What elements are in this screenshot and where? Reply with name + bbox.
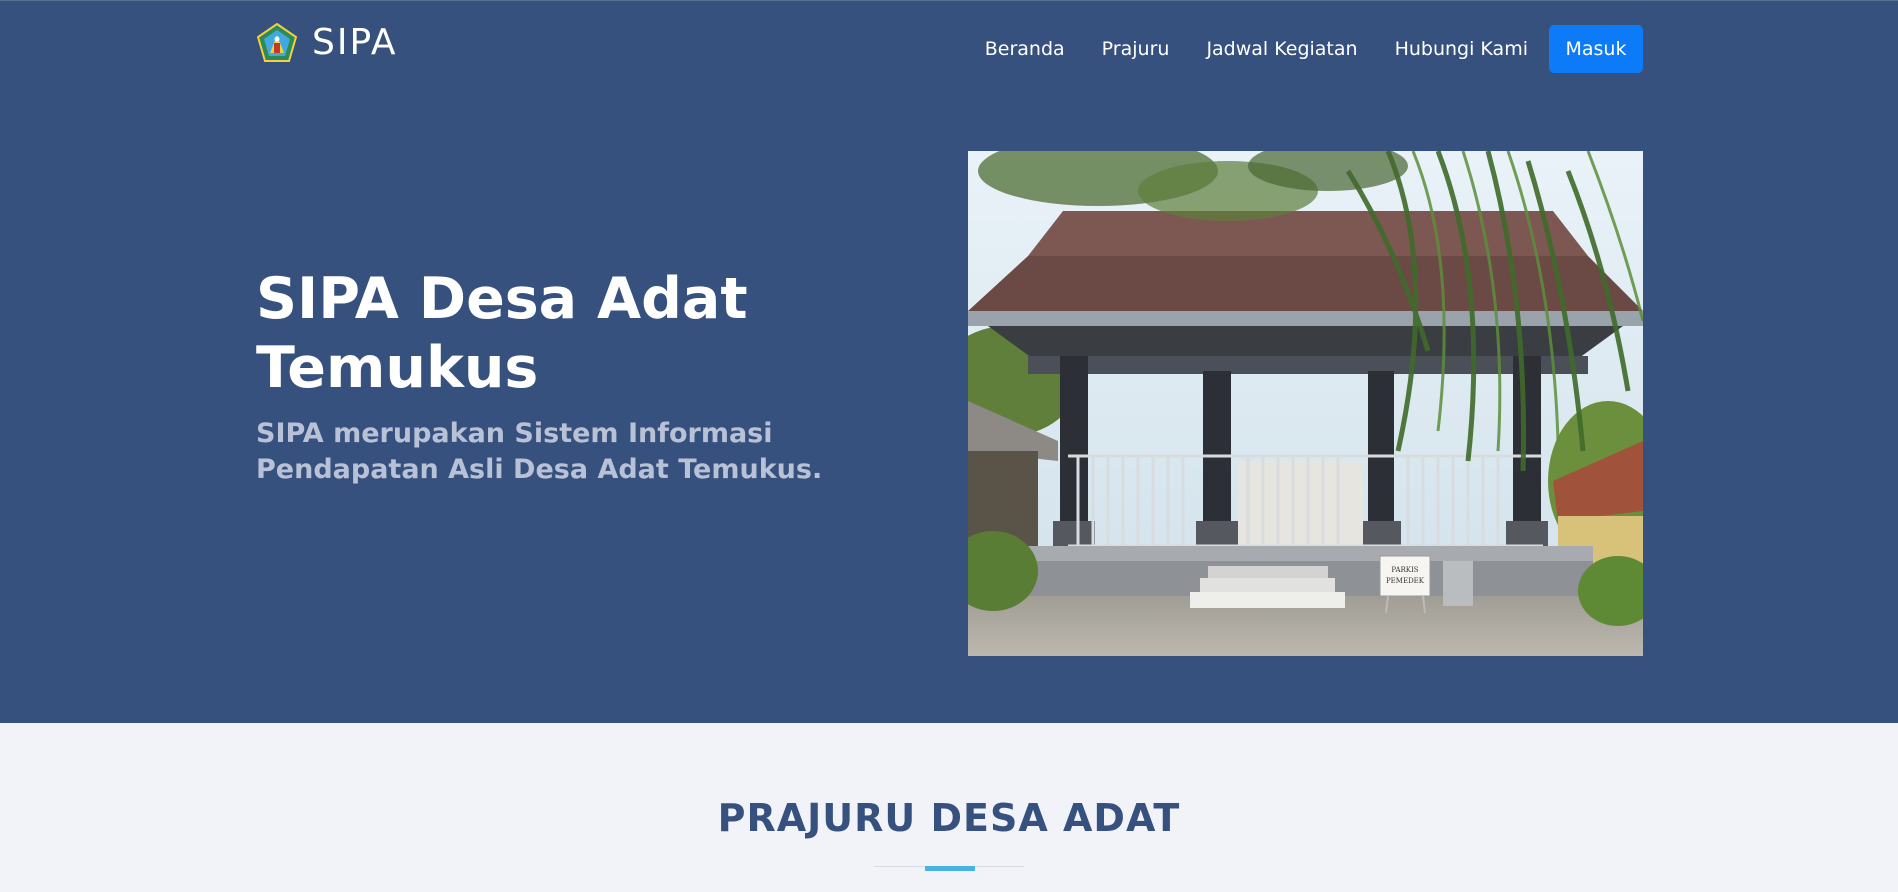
svg-text:PEMEDEK: PEMEDEK — [1386, 577, 1425, 585]
section-title: PRAJURU DESA ADAT — [717, 796, 1181, 840]
brand-name: SIPA — [312, 22, 398, 63]
hero-image: PARKIS PEMEDEK — [968, 151, 1643, 656]
svg-text:PARKIS: PARKIS — [1391, 566, 1418, 574]
hero-title: SIPA Desa Adat Temukus — [256, 266, 748, 401]
hero-section: SIPA Beranda Prajuru Jadwal Kegiatan Hub… — [0, 0, 1898, 723]
brand[interactable]: SIPA — [256, 21, 398, 65]
nav-link-prajuru[interactable]: Prajuru — [1102, 25, 1170, 73]
login-button[interactable]: Masuk — [1549, 25, 1643, 73]
nav-link-beranda[interactable]: Beranda — [985, 25, 1065, 73]
main-nav: Beranda Prajuru Jadwal Kegiatan Hubungi … — [985, 25, 1643, 73]
section-divider-accent — [925, 866, 975, 871]
desa-adat-emblem-icon — [256, 23, 298, 62]
hero-subtitle: SIPA merupakan Sistem Informasi Pendapat… — [256, 418, 823, 485]
nav-link-jadwal-kegiatan[interactable]: Jadwal Kegiatan — [1206, 25, 1357, 73]
nav-link-hubungi-kami[interactable]: Hubungi Kami — [1395, 25, 1528, 73]
